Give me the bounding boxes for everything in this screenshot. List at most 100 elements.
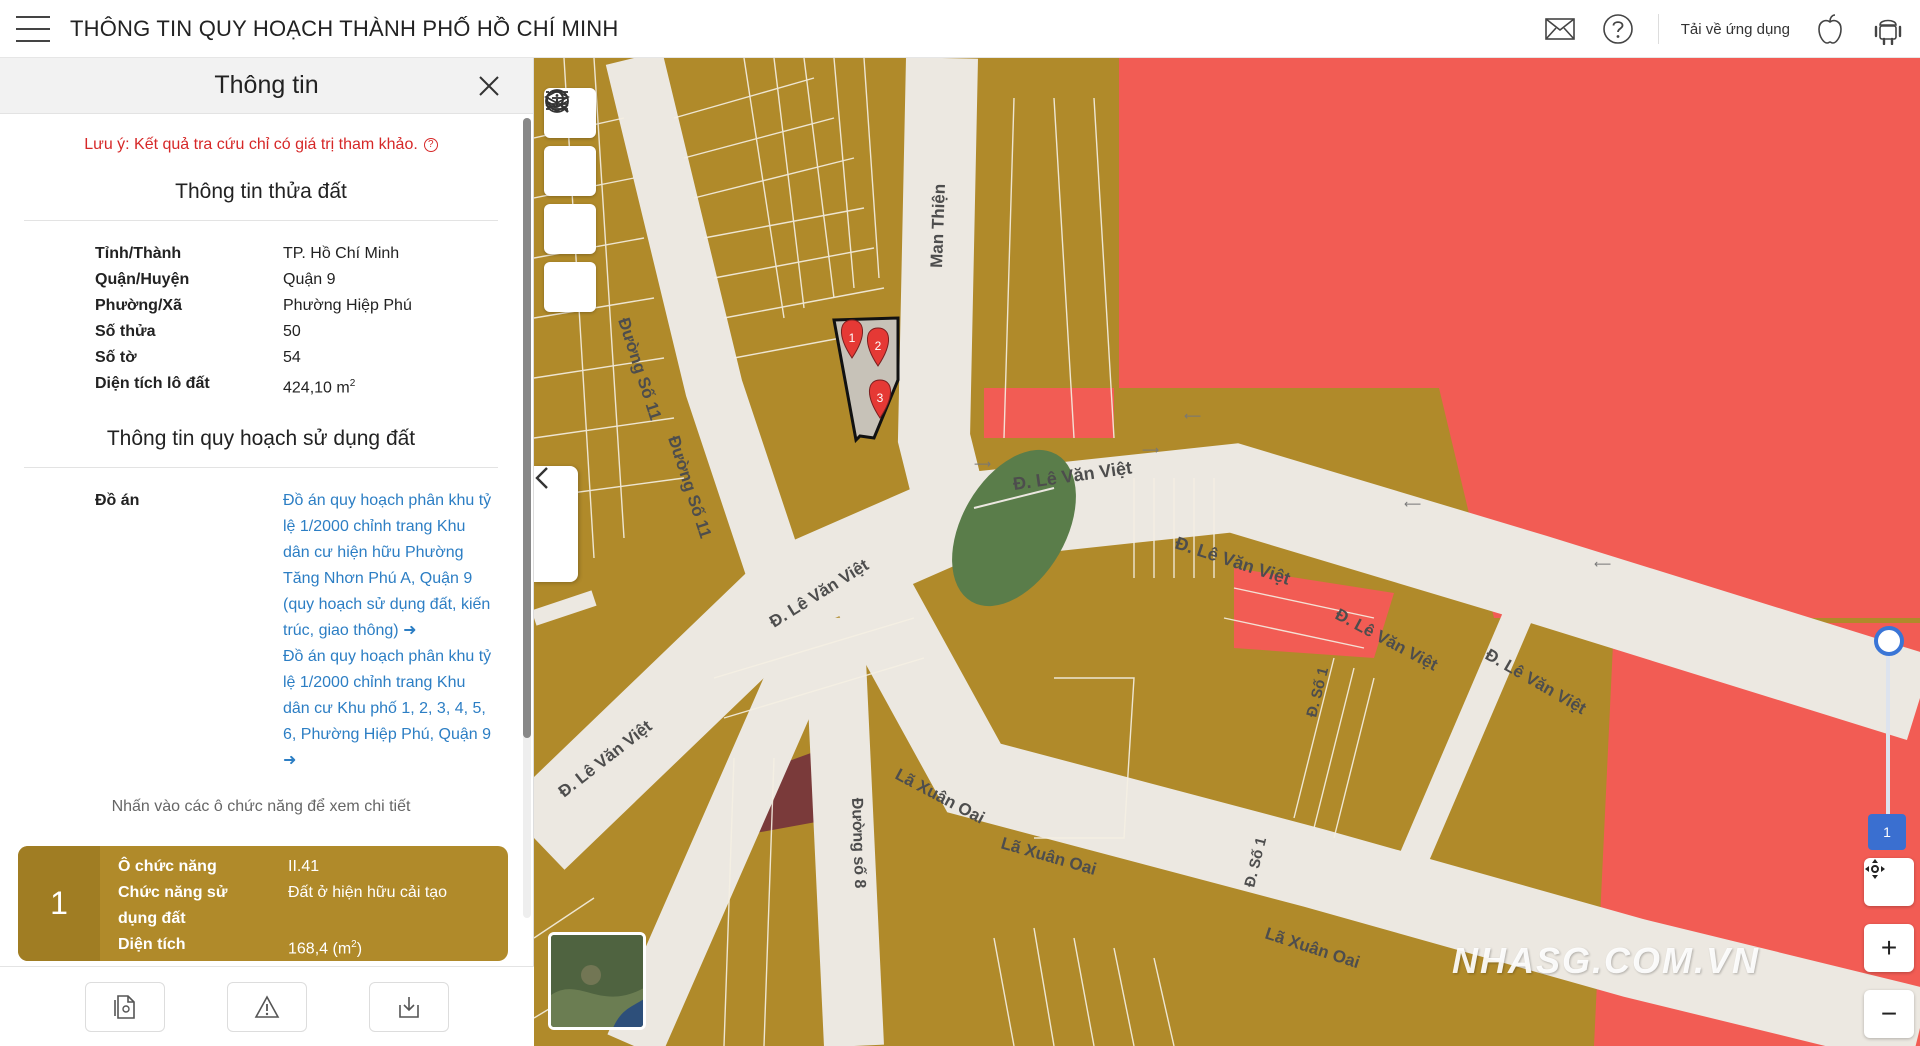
hint-text: Nhấn vào các ô chức năng để xem chi tiết — [111, 798, 411, 816]
map-toolbar — [544, 88, 596, 312]
row-key: Diện tích lô đất — [95, 375, 210, 392]
parcel-row-area: Diện tích lô đất 424,10 m2 — [95, 371, 522, 401]
question-circle-icon[interactable]: ? — [423, 138, 438, 152]
svg-text:⟵: ⟵ — [1594, 557, 1611, 571]
marker-label: 1 — [849, 331, 856, 345]
mail-icon[interactable] — [1542, 11, 1578, 47]
area-unit-sup: 2 — [349, 378, 356, 389]
close-icon[interactable] — [473, 70, 505, 102]
map-canvas[interactable]: 1 2 3 Man Thiện Đường Số 11 Đường Số 11 … — [534, 58, 1920, 1046]
download-app-label[interactable]: Tải về ứng dụng — [1681, 21, 1790, 38]
layer-slider-value: 1 — [1868, 814, 1906, 850]
chevron-left-icon[interactable] — [534, 466, 550, 490]
zone-key: Chức năng sử dụng đất — [118, 884, 228, 927]
disclaimer-note: Lưu ý: Kết quả tra cứu chỉ có giá trị th… — [0, 136, 522, 154]
scrollbar-thumb[interactable] — [523, 118, 531, 738]
row-key: Số tờ — [95, 349, 137, 366]
road-label-la-xuan-oai: Lã Xuân Oai — [1263, 924, 1362, 972]
svg-text:⟶: ⟶ — [1142, 443, 1159, 457]
menu-icon[interactable] — [16, 15, 50, 42]
area-value: 424,10 m — [283, 379, 350, 397]
watermark-text: NHASG.COM.VN — [1452, 940, 1761, 981]
plan-link-text[interactable]: Đồ án quy hoạch phân khu tỷ lệ 1/2000 ch… — [283, 648, 491, 743]
panel-title: Thông tin — [214, 71, 319, 99]
parcel-row-parcel-number: Số thửa 50 — [95, 319, 522, 345]
zone-area-value: 168,4 (m — [288, 940, 352, 958]
svg-text:⟵: ⟵ — [1184, 409, 1201, 423]
panel-footer — [0, 966, 534, 1046]
arrow-right-icon[interactable]: ➜ — [283, 752, 296, 769]
road-label-duong-so-8: Đường số 8 — [848, 798, 868, 889]
row-value: 50 — [283, 323, 301, 340]
row-key: Quận/Huyện — [95, 271, 190, 288]
info-panel: Thông tin Lưu ý: Kết quả tra cứu chỉ có … — [0, 58, 534, 1046]
download-icon[interactable] — [369, 981, 449, 1032]
arrow-right-icon[interactable]: ➜ — [403, 622, 416, 639]
warning-icon[interactable] — [227, 981, 307, 1032]
locate-icon[interactable] — [1864, 858, 1914, 906]
zone-row-cell: Ô chức năng II.41 — [118, 854, 447, 880]
panel-header: Thông tin — [0, 58, 533, 114]
document-icon[interactable] — [85, 981, 165, 1032]
road-label-duong-so-1: Đ. Số 1 — [1303, 666, 1332, 719]
parcel-row-province: Tỉnh/Thành TP. Hồ Chí Minh — [95, 241, 522, 267]
row-value: Quận 9 — [283, 271, 336, 288]
plan-row: Đồ án Đồ án quy hoạch phân khu tỷ lệ 1/2… — [0, 468, 522, 774]
zone-row-area: Diện tích 168,4 (m2) — [118, 932, 447, 961]
marker-label: 2 — [875, 339, 882, 353]
row-value: 424,10 m2 — [283, 371, 355, 401]
zone-key: Diện tích — [118, 936, 186, 953]
collapse-panel-button[interactable] — [534, 466, 578, 582]
parcel-info-list: Tỉnh/Thành TP. Hồ Chí Minh Quận/Huyện Quận… — [0, 221, 522, 401]
zoom-out-icon[interactable]: − — [1864, 990, 1914, 1038]
zone-value: Đất ở hiện hữu cải tạo — [288, 884, 448, 901]
list-icon[interactable] — [544, 91, 596, 254]
plan-key: Đồ án — [95, 492, 140, 510]
row-key: Tỉnh/Thành — [95, 245, 182, 262]
row-value: TP. Hồ Chí Minh — [283, 245, 400, 262]
zone-value: 168,4 (m2) — [288, 932, 362, 961]
plan-link-2[interactable]: Đồ án quy hoạch phân khu tỷ lệ 1/2000 ch… — [283, 644, 493, 774]
app-title: THÔNG TIN QUY HOẠCH THÀNH PHỐ HỒ CHÍ MIN… — [70, 15, 619, 41]
zoom-in-icon[interactable]: + — [1864, 924, 1914, 972]
apple-icon[interactable] — [1812, 11, 1848, 47]
parcel-row-district: Quận/Huyện Quận 9 — [95, 267, 522, 293]
road-label-man-thien: Man Thiện — [927, 183, 949, 268]
map-controls: + − — [1864, 858, 1914, 1038]
zone-row-function: Chức năng sử dụng đất Đất ở hiện hữu cải … — [118, 880, 447, 932]
parcel-section-title: Thông tin thửa đất — [175, 180, 347, 203]
zone-number: 1 — [18, 846, 100, 961]
zone-area-close: ) — [356, 940, 363, 958]
satellite-minimap[interactable] — [548, 932, 646, 1030]
plan-links: Đồ án quy hoạch phân khu tỷ lệ 1/2000 ch… — [283, 488, 493, 774]
divider — [1657, 14, 1659, 44]
panel-scrollbar[interactable] — [523, 118, 531, 918]
zone-info: Ô chức năng II.41 Chức năng sử dụng đất Đấ… — [100, 846, 447, 961]
map-view[interactable]: 1 2 3 Man Thiện Đường Số 11 Đường Số 11 … — [534, 58, 1920, 1046]
row-key: Số thửa — [95, 323, 156, 340]
road-label-duong-so-11: Đường Số 11 — [614, 315, 665, 422]
row-value: Phường Hiệp Phú — [283, 297, 412, 314]
plan-section-title: Thông tin quy hoạch sử dụng đất — [106, 427, 416, 451]
info-icon[interactable] — [544, 89, 596, 312]
help-icon[interactable] — [1600, 11, 1636, 47]
top-right-actions: Tải về ứng dụng — [1542, 0, 1906, 58]
row-value: 54 — [283, 349, 301, 366]
parcel-row-ward: Phường/Xã Phường Hiệp Phú — [95, 293, 522, 319]
layers-icon[interactable] — [544, 89, 596, 196]
svg-text:⟶: ⟶ — [974, 457, 991, 471]
zone-card[interactable]: 1 Ô chức năng II.41 Chức năng sử dụng đất… — [18, 846, 508, 961]
svg-text:⟵: ⟵ — [1404, 497, 1421, 511]
plan-link-text[interactable]: Đồ án quy hoạch phân khu tỷ lệ 1/2000 ch… — [283, 492, 491, 639]
zone-value: II.41 — [288, 858, 320, 875]
disclaimer-text: Lưu ý: Kết quả tra cứu chỉ có giá trị th… — [84, 136, 418, 153]
layer-slider-track[interactable] — [1886, 628, 1890, 828]
marker-label: 3 — [877, 391, 884, 405]
row-key: Phường/Xã — [95, 297, 182, 314]
top-bar: THÔNG TIN QUY HOẠCH THÀNH PHỐ HỒ CHÍ MIN… — [0, 0, 1920, 58]
plan-link-1[interactable]: Đồ án quy hoạch phân khu tỷ lệ 1/2000 ch… — [283, 488, 493, 644]
android-icon[interactable] — [1870, 11, 1906, 47]
layer-slider-knob[interactable] — [1874, 626, 1904, 656]
zone-key: Ô chức năng — [118, 858, 217, 875]
parcel-row-sheet-number: Số tờ 54 — [95, 345, 522, 371]
